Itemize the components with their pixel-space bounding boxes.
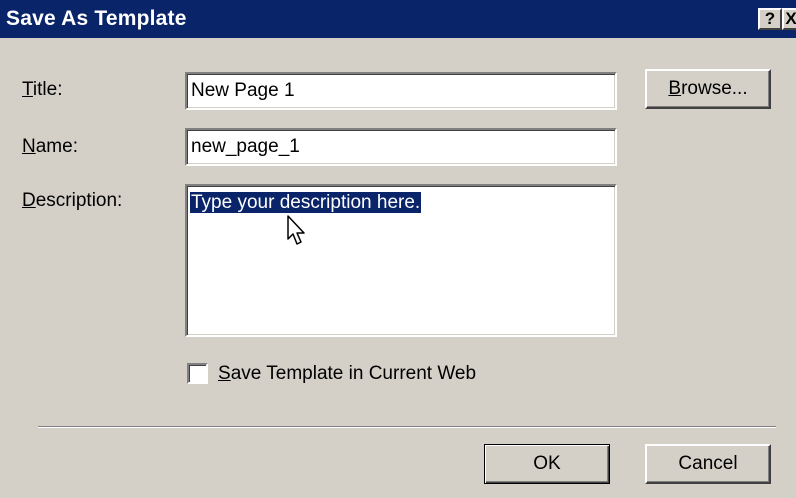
description-selected-text: Type your description here. [190,192,422,213]
save-in-current-web-label[interactable]: Save Template in Current Web [218,363,476,385]
name-label: Name: [22,136,78,157]
mouse-cursor-icon [287,215,305,245]
close-button[interactable]: X [782,8,796,30]
title-bar[interactable]: Save As Template ? X [0,0,796,38]
save-in-current-web-checkbox[interactable] [187,363,208,384]
description-label: Description: [22,190,123,211]
cancel-button[interactable]: Cancel [645,444,771,484]
title-label: Title: [22,79,63,100]
name-field[interactable]: new_page_1 [185,128,617,166]
help-button[interactable]: ? [758,8,782,30]
ok-button[interactable]: OK [484,444,610,484]
separator [38,426,776,428]
description-field[interactable]: Type your description here. [185,184,617,337]
title-field[interactable]: New Page 1 [185,72,617,110]
dialog-title: Save As Template [6,7,187,30]
browse-button[interactable]: Browse... [645,69,771,109]
